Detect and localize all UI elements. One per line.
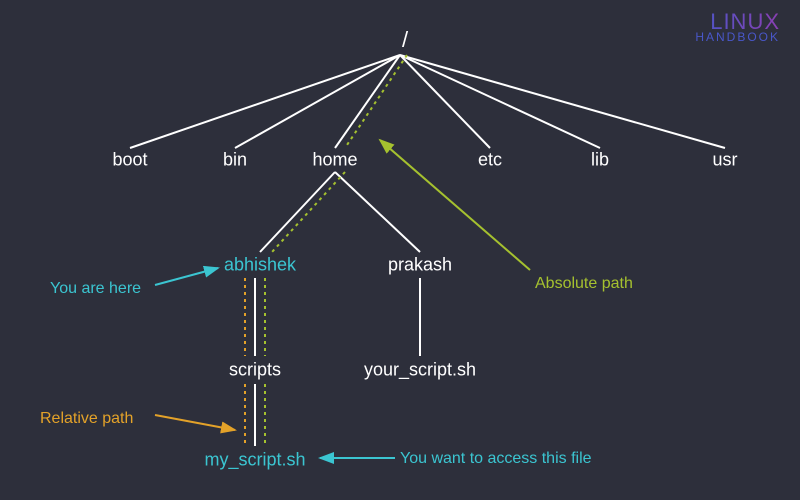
node-boot: boot [112, 150, 147, 171]
node-home: home [312, 150, 357, 171]
node-bin: bin [223, 150, 247, 171]
node-myscript: my_script.sh [204, 450, 305, 471]
annotation-absolute-path: Absolute path [535, 275, 633, 293]
node-usr: usr [712, 150, 737, 171]
annotation-relative-path: Relative path [40, 410, 133, 428]
node-lib: lib [591, 150, 609, 171]
annotation-you-are-here: You are here [50, 280, 141, 298]
node-yourscript: your_script.sh [364, 360, 476, 381]
brand-logo: LINUX HANDBOOK [695, 12, 780, 43]
node-root: / [402, 27, 408, 53]
annotation-access-file: You want to access this file [400, 450, 592, 468]
node-abhishek: abhishek [224, 255, 296, 276]
node-etc: etc [478, 150, 502, 171]
node-scripts: scripts [229, 360, 281, 381]
logo-line2: HANDBOOK [695, 32, 780, 43]
node-prakash: prakash [388, 255, 452, 276]
logo-line1: LINUX [695, 12, 780, 32]
